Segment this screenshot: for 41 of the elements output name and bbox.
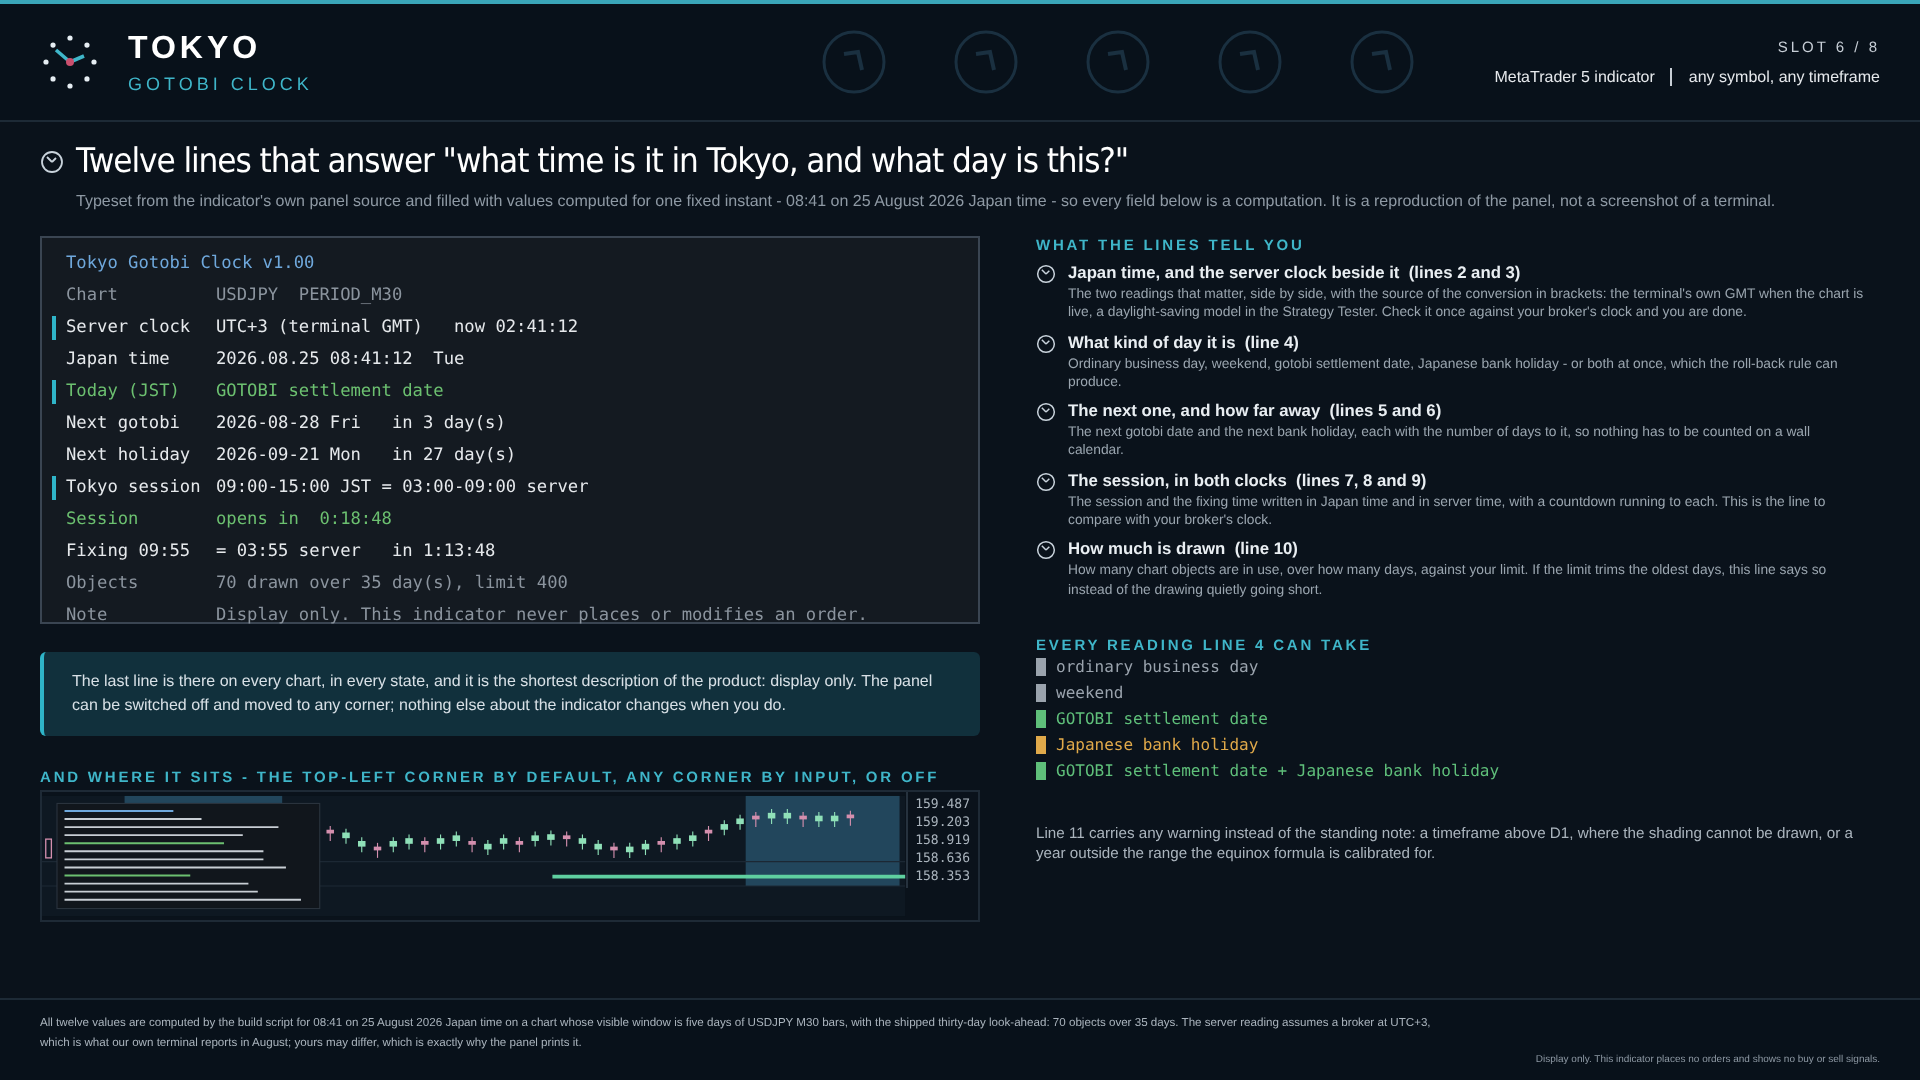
panel-label: Session (66, 510, 141, 530)
panel-value: = 03:55 server in 1:13:48 (216, 542, 496, 562)
clock-logo-icon (40, 32, 100, 92)
guide-title: The session, in both clocks (lines 7, 8 and 9) (1068, 469, 1429, 490)
panel-label: Fixing 09:55 (66, 542, 193, 562)
reading-label: ordinary business day (1056, 657, 1259, 676)
panel-value: GOTOBI settlement date (216, 382, 444, 402)
panel-value: 09:00-15:00 JST = 03:00-09:00 server (216, 478, 589, 498)
guide-title: Japan time, and the server clock beside it (lines 2 and 3) (1068, 262, 1523, 282)
panel-value: Display only. This indicator never places or modifies an order. (216, 606, 868, 626)
reading-label: weekend (1056, 683, 1124, 702)
panel-value: USDJPY PERIOD_M30 (216, 286, 403, 306)
panel-value: 2026-08-28 Fri in 3 day(s) (216, 414, 506, 434)
scope-label: any symbol, any timeframe (1688, 68, 1880, 86)
panel-label: Japan time (66, 350, 172, 370)
panel-label: Tokyo Gotobi Clock v1.00 (66, 254, 315, 274)
panel-value: 70 drawn over 35 day(s), limit 400 (216, 574, 568, 594)
intro-text: Typeset from the indicator's own panel source and filled with values computed for one fixed instant - 08:41 on 25 August 2026 Japan time - so every field below is a computation. It is a reproduction of the panel, not a screenshot of a terminal. (76, 190, 1778, 212)
panel-label: Tokyo session (66, 478, 203, 498)
panel-label: Next holiday (66, 446, 193, 466)
panel-value: 2026.08.25 08:41:12 Tue (216, 350, 465, 370)
guide-title: The next one, and how far away (lines 5 and 6) (1068, 400, 1444, 421)
panel-label: Note (66, 606, 110, 626)
app-subtitle: GOTOBI CLOCK (128, 73, 313, 93)
platform-label: MetaTrader 5 indicator (1494, 68, 1655, 86)
reading-label: GOTOBI settlement date (1056, 709, 1268, 728)
app-title: TOKYO (128, 31, 264, 67)
reading-label: GOTOBI settlement date + Japanese bank holiday (1056, 761, 1500, 780)
panel-label: Server clock (66, 318, 193, 338)
reading-label: Japanese bank holiday (1056, 735, 1259, 754)
panel-value: 2026-09-21 Mon in 27 day(s) (216, 446, 517, 466)
panel-value: UTC+3 (terminal GMT) now 02:41:12 (216, 318, 579, 338)
section-heading: Twelve lines that answer "what time is it in Tokyo, and what day is this?" (76, 142, 1129, 182)
guide-title: What kind of day it is (line 4) (1068, 331, 1301, 352)
panel-label: Next gotobi (66, 414, 182, 434)
callout-note: The last line is there on every chart, in every state, and it is the shortest description of the product: display only. The panel can be switched off and moved to any corner; nothing else about the indicator changes when you do. (40, 652, 980, 736)
panel-label: Objects (66, 574, 141, 594)
panel-value: opens in 0:18:48 (216, 510, 392, 530)
panel-label: Chart (66, 286, 120, 306)
guide-title: How much is drawn (line 10) (1068, 538, 1300, 559)
panel-label: Today (JST) (66, 382, 182, 402)
